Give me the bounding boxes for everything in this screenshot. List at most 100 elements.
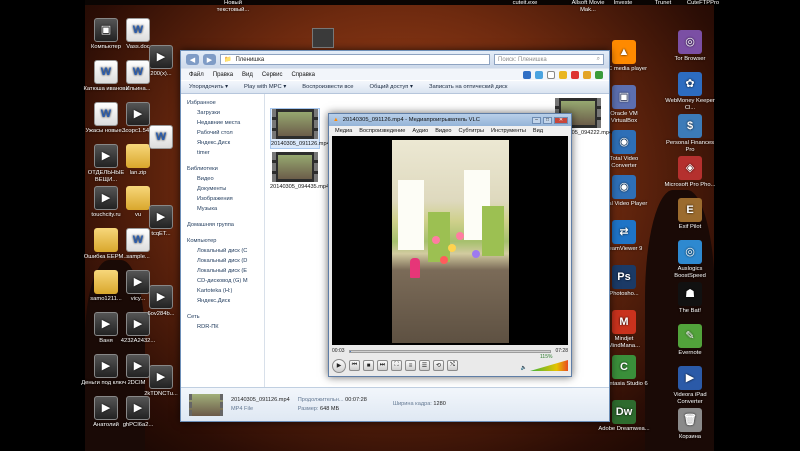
- scene-curtain: [482, 206, 504, 256]
- close-button[interactable]: ✕: [554, 116, 568, 124]
- nav-item[interactable]: Яндекс.Диск: [187, 296, 264, 306]
- wm-icon: ✿: [678, 72, 702, 96]
- right-b-desktop-icon[interactable]: ◈ Microsoft Pro Pho...: [664, 156, 716, 189]
- stop-button[interactable]: ■: [363, 360, 374, 371]
- vlc-menu-tools[interactable]: Инструменты: [491, 128, 526, 134]
- menu-file[interactable]: Файл: [189, 72, 204, 78]
- loop-button[interactable]: ⟲: [433, 360, 444, 371]
- page-icon[interactable]: [547, 70, 555, 79]
- playlist-button[interactable]: ☰: [419, 360, 430, 371]
- width-value: 1280: [433, 401, 446, 407]
- right-b-desktop-icon[interactable]: ▶ Videora iPad Converter: [664, 366, 716, 406]
- search-input[interactable]: Поиск: Пленишка ⌕: [494, 54, 604, 65]
- menu-edit[interactable]: Правка: [213, 72, 233, 78]
- nav-item[interactable]: Локальный диск (C: [187, 246, 264, 256]
- nav-item[interactable]: Видео: [187, 174, 264, 184]
- homegroup-header[interactable]: Домашняя группа: [187, 220, 264, 230]
- right-b-desktop-icon[interactable]: ◎ Auslogics BoostSpeed: [664, 240, 716, 280]
- globe-icon[interactable]: [595, 70, 603, 79]
- nav-item[interactable]: RDR-ПК: [187, 322, 264, 332]
- vlc-menu-audio[interactable]: Аудио: [412, 128, 428, 134]
- speaker-icon[interactable]: 🔈: [521, 365, 527, 371]
- check-icon[interactable]: [583, 70, 591, 79]
- nav-item[interactable]: Загрузки: [187, 108, 264, 118]
- vlc-menu-subtitles[interactable]: Субтитры: [459, 128, 484, 134]
- desktop-top-label[interactable]: cuteit.exe: [502, 0, 548, 7]
- seek-row: 00:03 07:28: [332, 347, 568, 355]
- shuffle-button[interactable]: ⤭: [447, 360, 458, 371]
- key-icon[interactable]: [559, 70, 567, 79]
- previous-button[interactable]: ⏮: [349, 360, 360, 371]
- vlc-titlebar[interactable]: ▲ 20140305_091126.mp4 - Медиапроигрывате…: [329, 114, 571, 126]
- desktop-top-label[interactable]: Новый текстовый...: [210, 0, 256, 14]
- favorites-header[interactable]: Избранное: [187, 98, 264, 108]
- bat-icon: ☗: [678, 282, 702, 306]
- details-frame: Ширина кадра: 1280: [393, 400, 446, 409]
- nav-item[interactable]: Изображения: [187, 194, 264, 204]
- seek-progress: [349, 350, 351, 352]
- right-b-desktop-icon[interactable]: ✎ Evernote: [664, 324, 716, 357]
- floating-thumbnail[interactable]: [312, 28, 334, 48]
- right-b-desktop-icon[interactable]: ◎ Tor Browser: [664, 30, 716, 63]
- minimize-button[interactable]: –: [532, 116, 541, 124]
- nav-item[interactable]: CD-дисковод (G) М: [187, 276, 264, 286]
- libraries-header[interactable]: Библиотеки: [187, 164, 264, 174]
- desktop-icon-label: Tor Browser: [674, 56, 706, 62]
- width-label: Ширина кадра:: [392, 401, 432, 407]
- right-b-desktop-icon[interactable]: ✿ WebMoney Keeper Cl...: [664, 72, 716, 112]
- details-file: 20140305_091126.mp4 MP4 File: [231, 396, 290, 414]
- menu-view[interactable]: Вид: [242, 72, 253, 78]
- nav-item[interactable]: Kartoteka (H:): [187, 286, 264, 296]
- internet-icon[interactable]: [523, 70, 531, 79]
- forward-button[interactable]: ▶: [203, 54, 216, 65]
- nav-item[interactable]: Яндекс.Диск: [187, 138, 264, 148]
- fullscreen-button[interactable]: ⛶: [391, 360, 402, 371]
- back-button[interactable]: ◀: [186, 54, 199, 65]
- close-red-icon[interactable]: [571, 70, 579, 79]
- desktop-top-label[interactable]: CuteFTPPro: [680, 0, 726, 7]
- video-area[interactable]: [332, 136, 568, 345]
- col2-desktop-icon[interactable]: ▶ ghPCI6a2...: [112, 396, 164, 429]
- vlc-menu-view[interactable]: Вид: [533, 128, 543, 134]
- nav-item[interactable]: Локальный диск (D: [187, 256, 264, 266]
- vlc-menu-video[interactable]: Видео: [435, 128, 451, 134]
- vlc-menu-media[interactable]: Медиа: [335, 128, 352, 134]
- play-button[interactable]: ▶: [332, 358, 346, 373]
- vlc-window[interactable]: ▲ 20140305_091126.mp4 - Медиапроигрывате…: [328, 113, 572, 377]
- play-all-button[interactable]: Воспроизвести все: [302, 84, 353, 90]
- file-thumbnail[interactable]: 20140305_094435.mp4: [270, 152, 329, 191]
- seek-bar[interactable]: [348, 349, 552, 353]
- nav-item[interactable]: timer: [187, 148, 264, 158]
- address-bar[interactable]: 📁 Пленишка: [220, 54, 490, 65]
- share-button[interactable]: Общий доступ ▾: [369, 84, 412, 90]
- desktop-icon-label: Exif Pilot: [678, 224, 702, 230]
- doc-icon: W: [126, 18, 150, 42]
- nav-item[interactable]: Документы: [187, 184, 264, 194]
- computer-header[interactable]: Компьютер: [187, 236, 264, 246]
- maximize-button[interactable]: □: [543, 116, 552, 124]
- desktop-icon-label: Microsoft Pro Pho...: [664, 182, 716, 188]
- volume-slider[interactable]: [530, 360, 568, 371]
- nav-item[interactable]: Музыка: [187, 204, 264, 214]
- right-b-desktop-icon[interactable]: $ Personal Finances Pro: [664, 114, 716, 154]
- network-header[interactable]: Сеть: [187, 312, 264, 322]
- burn-button[interactable]: Записать на оптический диск: [429, 84, 508, 90]
- nav-item[interactable]: Недавние места: [187, 118, 264, 128]
- menu-tools[interactable]: Сервис: [262, 72, 283, 78]
- extended-settings-button[interactable]: ≡: [405, 360, 416, 371]
- nav-item[interactable]: Локальный диск (E: [187, 266, 264, 276]
- next-button[interactable]: ⏭: [377, 360, 388, 371]
- right-b-desktop-icon[interactable]: ☗ The Bat!: [664, 282, 716, 315]
- vlc-cone-icon: ▲: [333, 117, 339, 123]
- cloud-icon[interactable]: [535, 70, 543, 79]
- play-with-mpc-button[interactable]: Play with MPC ▾: [244, 84, 286, 90]
- tvc-icon: ◉: [612, 130, 636, 154]
- organize-button[interactable]: Упорядочить ▾: [189, 84, 228, 90]
- right-b-desktop-icon[interactable]: E Exif Pilot: [664, 198, 716, 231]
- vlc-menu-playback[interactable]: Воспроизведение: [359, 128, 405, 134]
- file-thumbnail[interactable]: 20140305_091126.mp4: [270, 108, 330, 149]
- right-b-desktop-icon[interactable]: 🗑 Корзина: [664, 408, 716, 441]
- menu-help[interactable]: Справка: [291, 72, 315, 78]
- volume-control[interactable]: 🔈 115%: [521, 354, 568, 371]
- nav-item[interactable]: Рабочий стол: [187, 128, 264, 138]
